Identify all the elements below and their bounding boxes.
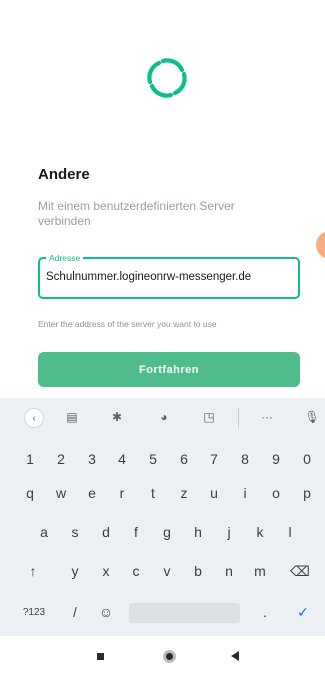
key-s[interactable]: s — [61, 517, 89, 547]
soft-keyboard: ‹ ▤ ✱ ◕ ◳ ··· 🎙 1 2 3 4 5 6 7 8 9 0 q w … — [0, 398, 325, 636]
server-address-label: Adresse — [46, 252, 84, 264]
key-r[interactable]: r — [108, 478, 136, 508]
key-e[interactable]: e — [78, 478, 106, 508]
key-g[interactable]: g — [153, 517, 181, 547]
resize-icon[interactable]: ◳ — [199, 407, 219, 427]
key-0[interactable]: 0 — [293, 444, 321, 474]
symbols-key[interactable]: ?123 — [20, 597, 48, 627]
period-key[interactable]: . — [251, 597, 279, 627]
server-address-input[interactable]: Schulnummer.logineonrw-messenger.de — [46, 271, 251, 283]
key-w[interactable]: w — [47, 478, 75, 508]
palette-icon[interactable]: ◕ — [154, 407, 174, 427]
key-v[interactable]: v — [153, 556, 181, 586]
back-triangle-icon[interactable] — [231, 651, 239, 661]
key-z[interactable]: z — [170, 478, 198, 508]
key-4[interactable]: 4 — [108, 444, 136, 474]
backspace-key[interactable]: ⌫ — [286, 556, 314, 586]
key-c[interactable]: c — [122, 556, 150, 586]
key-a[interactable]: a — [30, 517, 58, 547]
home-icon[interactable] — [163, 650, 176, 663]
key-u[interactable]: u — [200, 478, 228, 508]
key-j[interactable]: j — [215, 517, 243, 547]
continue-button[interactable]: Fortfahren — [38, 352, 300, 387]
key-f[interactable]: f — [122, 517, 150, 547]
more-icon[interactable]: ··· — [257, 407, 277, 427]
key-k[interactable]: k — [246, 517, 274, 547]
spacebar[interactable] — [129, 603, 240, 623]
key-6[interactable]: 6 — [170, 444, 198, 474]
microphone-icon[interactable]: 🎙 — [302, 407, 322, 427]
key-o[interactable]: o — [262, 478, 290, 508]
server-address-helper-text: Enter the address of the server you want… — [38, 319, 217, 329]
slash-key[interactable]: / — [61, 597, 89, 627]
key-n[interactable]: n — [215, 556, 243, 586]
emoji-key[interactable]: ☺ — [92, 597, 120, 627]
toolbar-divider — [238, 408, 239, 428]
key-b[interactable]: b — [184, 556, 212, 586]
system-navigation-bar — [0, 636, 325, 675]
key-y[interactable]: y — [61, 556, 89, 586]
key-2[interactable]: 2 — [47, 444, 75, 474]
settings-icon[interactable]: ✱ — [107, 407, 127, 427]
key-h[interactable]: h — [184, 517, 212, 547]
key-9[interactable]: 9 — [262, 444, 290, 474]
key-l[interactable]: l — [276, 517, 304, 547]
key-q[interactable]: q — [16, 478, 44, 508]
back-chevron-icon[interactable]: ‹ — [24, 408, 44, 428]
key-p[interactable]: p — [293, 478, 321, 508]
page-subtitle: Mit einem benutzerdefinierten Server ver… — [38, 199, 235, 228]
key-3[interactable]: 3 — [78, 444, 106, 474]
key-x[interactable]: x — [92, 556, 120, 586]
login-screen: Andere Mit einem benutzerdefinierten Ser… — [0, 0, 325, 675]
key-t[interactable]: t — [139, 478, 167, 508]
app-logo-icon — [147, 58, 187, 98]
shift-key[interactable]: ↑ — [19, 556, 47, 586]
page-title: Andere — [38, 166, 90, 183]
key-i[interactable]: i — [231, 478, 259, 508]
key-5[interactable]: 5 — [139, 444, 167, 474]
key-7[interactable]: 7 — [200, 444, 228, 474]
server-address-field[interactable]: Adresse Schulnummer.logineonrw-messenger… — [38, 252, 300, 299]
clipboard-icon[interactable]: ▤ — [62, 407, 82, 427]
floating-edge-handle[interactable] — [316, 231, 325, 259]
key-d[interactable]: d — [92, 517, 120, 547]
keyboard-toolbar: ‹ ▤ ✱ ◕ ◳ ··· 🎙 — [0, 398, 325, 438]
enter-key[interactable]: ✓ — [289, 597, 317, 627]
key-m[interactable]: m — [246, 556, 274, 586]
key-8[interactable]: 8 — [231, 444, 259, 474]
key-1[interactable]: 1 — [16, 444, 44, 474]
recents-icon[interactable] — [97, 653, 104, 660]
